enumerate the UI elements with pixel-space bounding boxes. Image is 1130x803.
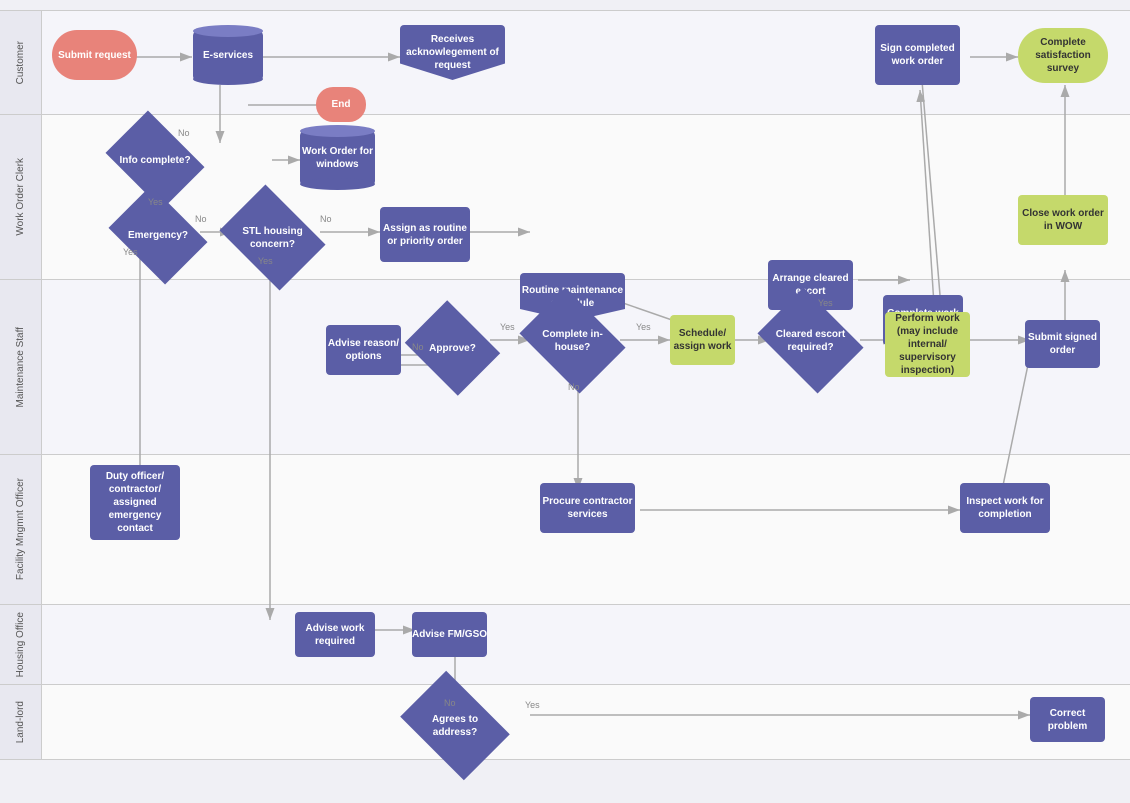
correct-problem-node: Correct problem [1030,697,1105,742]
inspect-work-node: Inspect work for completion [960,483,1050,533]
submit-signed-node: Submit signed order [1025,320,1100,368]
close-work-order-node: Close work order in WOW [1018,195,1108,245]
advise-reason-node: Advise reason/ options [326,325,401,375]
sign-completed-node: Sign completed work order [875,25,960,85]
lane-label-maintenance: Maintenance Staff [15,327,26,407]
e-services-node: E-services [193,30,263,80]
lane-label-customer: Customer [15,41,26,84]
lane-label-housing: Housing Office [15,612,26,677]
lane-label-landlord: Land-lord [15,701,26,743]
schedule-work-node: Schedule/ assign work [670,315,735,365]
submit-request-node: Submit request [52,30,137,80]
duty-officer-node: Duty officer/ contractor/ assigned emerg… [90,465,180,540]
perform-work-node: Perform work (may include internal/ supe… [885,312,970,377]
complete-survey-node: Complete satisfaction survey [1018,28,1108,83]
end-node: End [316,87,366,122]
procure-contractor-node: Procure contractor services [540,483,635,533]
advise-work-node: Advise work required [295,612,375,657]
assign-routine-node: Assign as routine or priority order [380,207,470,262]
lane-label-facility: Facility Mngmnt Officer [15,478,26,580]
work-order-windows-node: Work Order for windows [300,130,375,185]
lane-label-clerk: Work Order Clerk [15,158,26,236]
advise-fm-node: Advise FM/GSO [412,612,487,657]
diagram-container: Customer Work Order Clerk Maintenance St… [0,0,1130,768]
